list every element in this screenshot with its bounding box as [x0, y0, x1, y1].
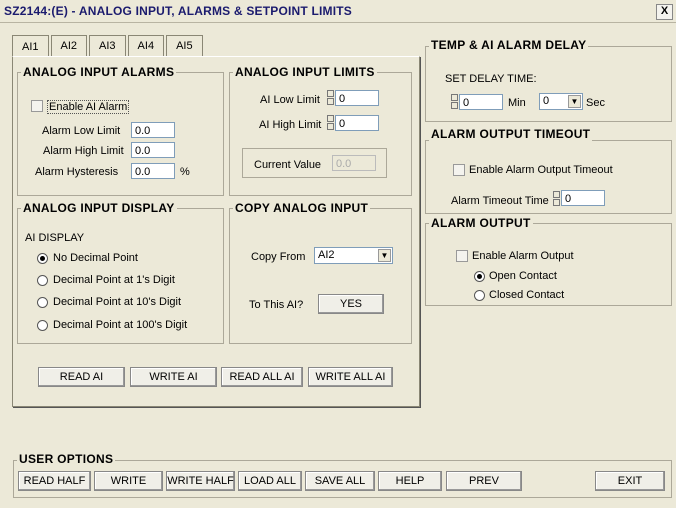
alarm-high-limit-label: Alarm High Limit — [43, 145, 124, 157]
tab-ai4[interactable]: AI4 — [127, 35, 165, 57]
radio-decimal-100s-label: Decimal Point at 100's Digit — [53, 319, 188, 331]
alarm-output-title: ALARM OUTPUT — [429, 216, 533, 230]
radio-decimal-10s-label: Decimal Point at 10's Digit — [53, 296, 182, 308]
ai-high-limit-spinner[interactable] — [327, 115, 334, 131]
ai-low-limit-input[interactable]: 0 — [335, 90, 379, 106]
tab-ai2[interactable]: AI2 — [50, 35, 88, 57]
alarm-hysteresis-input[interactable]: 0.0 — [131, 163, 175, 179]
close-button[interactable]: X — [656, 4, 673, 20]
delay-min-spinner[interactable] — [451, 94, 458, 110]
ai-low-limit-spinner[interactable] — [327, 90, 334, 106]
write-half-button[interactable]: WRITE HALF — [166, 471, 235, 491]
min-label: Min — [508, 97, 526, 109]
enable-alarm-timeout-checkbox[interactable] — [453, 164, 465, 176]
chevron-down-icon[interactable]: ▼ — [568, 95, 581, 108]
alarm-high-limit-input[interactable]: 0.0 — [131, 142, 175, 158]
radio-open-contact[interactable] — [474, 271, 485, 282]
delay-sec-select[interactable]: 0 ▼ — [539, 93, 583, 110]
ai-display-label: AI DISPLAY — [25, 232, 85, 244]
write-all-ai-button[interactable]: WRITE ALL AI — [308, 367, 393, 387]
tab-strip: AI1 AI2 AI3 AI4 AI5 — [12, 35, 205, 57]
load-all-button[interactable]: LOAD ALL — [238, 471, 302, 491]
title-bar: SZ2144:(E) - ANALOG INPUT, ALARMS & SETP… — [0, 0, 676, 23]
exit-button[interactable]: EXIT — [595, 471, 665, 491]
radio-no-decimal-label: No Decimal Point — [53, 252, 138, 264]
current-value-label: Current Value — [254, 159, 322, 171]
alarm-low-limit-input[interactable]: 0.0 — [131, 122, 175, 138]
copy-from-select[interactable]: AI2 ▼ — [314, 247, 393, 264]
alarm-timeout-time-label: Alarm Timeout Time — [451, 195, 549, 207]
write-ai-button[interactable]: WRITE AI — [130, 367, 217, 387]
radio-open-contact-label: Open Contact — [489, 270, 557, 282]
radio-decimal-10s[interactable] — [37, 297, 48, 308]
ai-high-limit-label: AI High Limit — [259, 119, 322, 131]
radio-decimal-1s[interactable] — [37, 275, 48, 286]
chevron-down-icon[interactable]: ▼ — [378, 249, 391, 262]
hysteresis-unit: % — [180, 166, 190, 178]
alarm-timeout-title: ALARM OUTPUT TIMEOUT — [429, 127, 593, 141]
enable-alarm-timeout-label: Enable Alarm Output Timeout — [469, 164, 613, 176]
radio-closed-contact[interactable] — [474, 290, 485, 301]
alarm-low-limit-label: Alarm Low Limit — [42, 125, 121, 137]
window-title: SZ2144:(E) - ANALOG INPUT, ALARMS & SETP… — [4, 4, 352, 18]
read-all-ai-button[interactable]: READ ALL AI — [221, 367, 303, 387]
temp-delay-title: TEMP & AI ALARM DELAY — [429, 38, 589, 52]
set-delay-time-label: SET DELAY TIME: — [445, 73, 537, 85]
alarm-hysteresis-label: Alarm Hysteresis — [35, 166, 119, 178]
sec-label: Sec — [586, 97, 605, 109]
tab-ai5[interactable]: AI5 — [166, 35, 203, 57]
delay-min-input[interactable]: 0 — [459, 94, 503, 110]
radio-decimal-1s-label: Decimal Point at 1's Digit — [53, 274, 175, 286]
save-all-button[interactable]: SAVE ALL — [305, 471, 375, 491]
copy-from-value: AI2 — [318, 249, 335, 261]
enable-ai-alarm-checkbox[interactable] — [31, 100, 43, 112]
radio-decimal-100s[interactable] — [37, 320, 48, 331]
tab-ai1[interactable]: AI1 — [12, 35, 49, 57]
yes-button[interactable]: YES — [318, 294, 384, 314]
tab-ai3[interactable]: AI3 — [89, 35, 126, 57]
ai-low-limit-label: AI Low Limit — [260, 94, 320, 106]
help-button[interactable]: HELP — [378, 471, 442, 491]
enable-alarm-output-label: Enable Alarm Output — [472, 250, 574, 262]
to-this-ai-label: To This AI? — [249, 299, 304, 311]
alarm-timeout-spinner[interactable] — [553, 191, 560, 207]
enable-alarm-output-checkbox[interactable] — [456, 250, 468, 262]
copy-analog-input-title: COPY ANALOG INPUT — [233, 201, 371, 215]
analog-input-display-title: ANALOG INPUT DISPLAY — [21, 201, 177, 215]
user-options-title: USER OPTIONS — [17, 452, 116, 466]
alarm-timeout-input[interactable]: 0 — [561, 190, 605, 206]
copy-from-label: Copy From — [251, 251, 306, 263]
copy-analog-input-group — [229, 208, 412, 344]
enable-ai-alarm-label: Enable AI Alarm — [47, 100, 130, 114]
radio-closed-contact-label: Closed Contact — [489, 289, 565, 301]
write-button[interactable]: WRITE — [94, 471, 163, 491]
radio-no-decimal[interactable] — [37, 253, 48, 264]
read-half-button[interactable]: READ HALF — [18, 471, 91, 491]
analog-input-limits-title: ANALOG INPUT LIMITS — [233, 65, 377, 79]
analog-input-alarms-title: ANALOG INPUT ALARMS — [21, 65, 177, 79]
current-value-field: 0.0 — [332, 155, 376, 171]
read-ai-button[interactable]: READ AI — [38, 367, 125, 387]
prev-button[interactable]: PREV — [446, 471, 522, 491]
delay-sec-value: 0 — [543, 95, 550, 107]
ai-high-limit-input[interactable]: 0 — [335, 115, 379, 131]
